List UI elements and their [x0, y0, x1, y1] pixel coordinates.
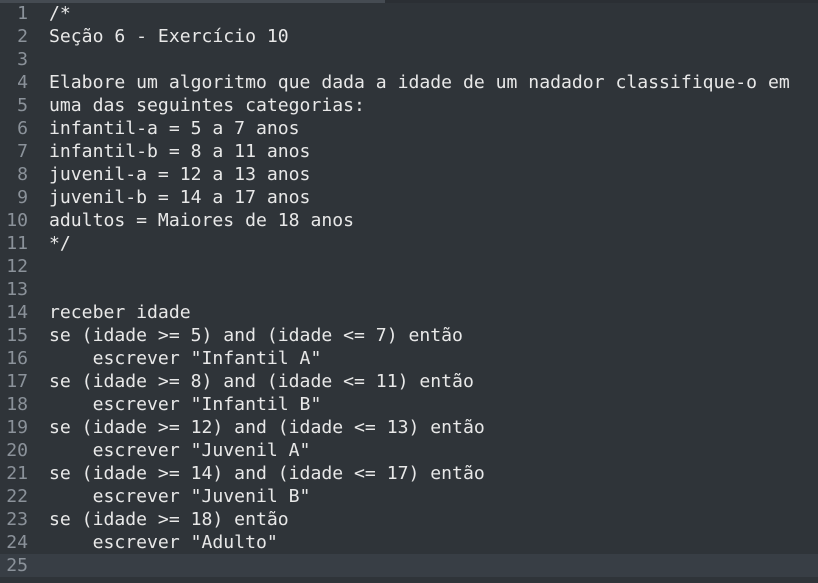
line-text[interactable]: infantil-a = 5 a 7 anos [49, 117, 300, 140]
line-text[interactable]: juvenil-a = 12 a 13 anos [49, 163, 310, 186]
line-number: 14 [6, 302, 28, 323]
code-line[interactable]: 6 infantil-a = 5 a 7 anos [0, 117, 818, 140]
line-number: 2 [17, 26, 28, 47]
line-text[interactable]: uma das seguintes categorias: [49, 94, 365, 117]
line-number: 9 [17, 187, 28, 208]
code-line[interactable]: 1 /* [0, 2, 818, 25]
current-code-line[interactable]: 25 [0, 554, 818, 577]
code-line[interactable]: 12 [0, 255, 818, 278]
code-line[interactable]: 10 adultos = Maiores de 18 anos [0, 209, 818, 232]
line-text[interactable]: escrever "Infantil B" [49, 393, 322, 416]
code-line[interactable]: 9 juvenil-b = 14 a 17 anos [0, 186, 818, 209]
line-number: 20 [6, 440, 28, 461]
code-line[interactable]: 22 escrever "Juvenil B" [0, 485, 818, 508]
line-number: 19 [6, 417, 28, 438]
line-text[interactable]: /* [49, 2, 71, 25]
code-line[interactable]: 19 se (idade >= 12) and (idade <= 13) ent… [0, 416, 818, 439]
line-text[interactable]: receber idade [49, 301, 191, 324]
line-number: 24 [6, 532, 28, 553]
line-text[interactable]: escrever "Infantil A" [49, 347, 322, 370]
line-text[interactable]: se (idade >= 18) então [49, 508, 289, 531]
code-line[interactable]: 20 escrever "Juvenil A" [0, 439, 818, 462]
code-line[interactable]: 5 uma das seguintes categorias: [0, 94, 818, 117]
line-text[interactable]: juvenil-b = 14 a 17 anos [49, 186, 310, 209]
line-number: 25 [6, 555, 28, 576]
code-line[interactable]: 21 se (idade >= 14) and (idade <= 17) ent… [0, 462, 818, 485]
line-text[interactable]: escrever "Juvenil A" [49, 439, 311, 462]
line-text[interactable]: escrever "Juvenil B" [49, 485, 311, 508]
code-line[interactable]: 17 se (idade >= 8) and (idade <= 11) entã… [0, 370, 818, 393]
code-line[interactable]: 7 infantil-b = 8 a 11 anos [0, 140, 818, 163]
line-text[interactable]: se (idade >= 12) and (idade <= 13) então [49, 416, 485, 439]
line-text[interactable]: Elabore um algoritmo que dada a idade de… [49, 71, 790, 94]
code-line[interactable]: 4 Elabore um algoritmo que dada a idade d… [0, 71, 818, 94]
code-line[interactable]: 24 escrever "Adulto" [0, 531, 818, 554]
line-number: 1 [17, 3, 28, 24]
line-text[interactable]: infantil-b = 8 a 11 anos [49, 140, 310, 163]
code-line[interactable]: 11 */ [0, 232, 818, 255]
line-number: 13 [6, 279, 28, 300]
code-line[interactable]: 14 receber idade [0, 301, 818, 324]
line-text[interactable]: Seção 6 - Exercício 10 [49, 25, 289, 48]
line-text[interactable]: escrever "Adulto" [49, 531, 278, 554]
line-number: 12 [6, 256, 28, 277]
code-line[interactable]: 15 se (idade >= 5) and (idade <= 7) então [0, 324, 818, 347]
line-text[interactable]: se (idade >= 14) and (idade <= 17) então [49, 462, 485, 485]
code-line[interactable]: 16 escrever "Infantil A" [0, 347, 818, 370]
code-line[interactable]: 18 escrever "Infantil B" [0, 393, 818, 416]
line-number: 10 [6, 210, 28, 231]
code-line[interactable]: 3 [0, 48, 818, 71]
line-text[interactable]: adultos = Maiores de 18 anos [49, 209, 354, 232]
line-number: 23 [6, 509, 28, 530]
line-number: 16 [6, 348, 28, 369]
line-number: 18 [6, 394, 28, 415]
code-line[interactable]: 2 Seção 6 - Exercício 10 [0, 25, 818, 48]
line-number: 5 [17, 95, 28, 116]
line-number: 8 [17, 164, 28, 185]
code-editor[interactable]: 1 /* 2 Seção 6 - Exercício 10 3 4 Elabore u… [0, 0, 818, 583]
line-number: 17 [6, 371, 28, 392]
line-number: 7 [17, 141, 28, 162]
line-number: 22 [6, 486, 28, 507]
code-line[interactable]: 8 juvenil-a = 12 a 13 anos [0, 163, 818, 186]
line-text[interactable]: */ [49, 232, 71, 255]
editor-lines: 1 /* 2 Seção 6 - Exercício 10 3 4 Elabore u… [0, 2, 818, 577]
code-line[interactable]: 23 se (idade >= 18) então [0, 508, 818, 531]
line-number: 6 [17, 118, 28, 139]
code-line[interactable]: 13 [0, 278, 818, 301]
line-number: 3 [17, 49, 28, 70]
line-number: 21 [6, 463, 28, 484]
line-number: 15 [6, 325, 28, 346]
line-text[interactable]: se (idade >= 5) and (idade <= 7) então [49, 324, 463, 347]
line-number: 4 [17, 72, 28, 93]
line-number: 11 [6, 233, 28, 254]
line-text[interactable]: se (idade >= 8) and (idade <= 11) então [49, 370, 474, 393]
